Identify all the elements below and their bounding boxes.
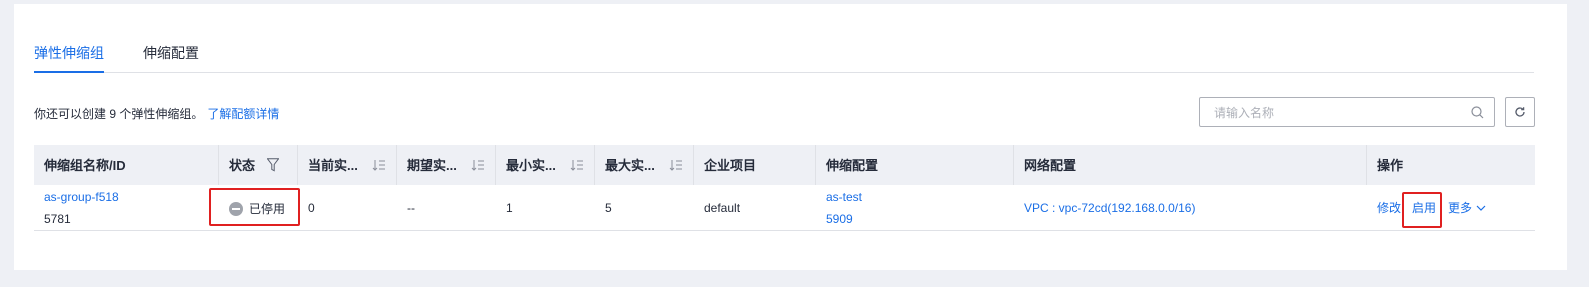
column-header-current[interactable]: 当前实... bbox=[298, 145, 397, 185]
cell-current: 0 bbox=[308, 201, 315, 215]
table-header: 伸缩组名称/ID 状态 当前实... 期望实... 最小实... 最大实... … bbox=[34, 145, 1535, 185]
cell-config: as-test 5909 bbox=[816, 185, 1014, 231]
status-highlight-box bbox=[209, 188, 300, 226]
enable-highlight-box bbox=[1402, 192, 1442, 228]
tab-bar: 弹性伸缩组 伸缩配置 bbox=[34, 45, 1534, 73]
cell-desired: -- bbox=[407, 201, 415, 215]
group-name-link[interactable]: as-group-f518 bbox=[44, 190, 119, 204]
cell-name: as-group-f518 5781 bbox=[34, 185, 219, 231]
more-dropdown[interactable]: 更多 bbox=[1448, 201, 1486, 215]
column-header-actions: 操作 bbox=[1377, 158, 1404, 173]
sort-icon[interactable] bbox=[372, 159, 386, 171]
sort-icon[interactable] bbox=[570, 159, 584, 171]
cell-project: default bbox=[704, 201, 741, 215]
sort-icon[interactable] bbox=[669, 159, 683, 171]
cell-network: VPC : vpc-72cd(192.168.0.0/16) bbox=[1014, 185, 1367, 231]
search-box bbox=[1199, 97, 1495, 127]
cell-max: 5 bbox=[605, 201, 612, 215]
cell-min: 1 bbox=[506, 201, 513, 215]
column-header-min[interactable]: 最小实... bbox=[496, 145, 595, 185]
tab-scaling-configs[interactable]: 伸缩配置 bbox=[143, 45, 199, 61]
column-header-network: 网络配置 bbox=[1014, 145, 1367, 185]
vpc-link[interactable]: VPC : vpc-72cd(192.168.0.0/16) bbox=[1024, 201, 1195, 215]
modify-button[interactable]: 修改 bbox=[1377, 201, 1401, 215]
refresh-button[interactable] bbox=[1505, 97, 1535, 127]
config-id-link[interactable]: 5909 bbox=[826, 212, 853, 226]
tab-scaling-groups[interactable]: 弹性伸缩组 bbox=[34, 45, 104, 73]
quota-text: 你还可以创建 9 个弹性伸缩组。 bbox=[34, 107, 204, 121]
column-header-config: 伸缩配置 bbox=[816, 145, 1014, 185]
group-id: 5781 bbox=[44, 212, 71, 226]
quota-notice: 你还可以创建 9 个弹性伸缩组。 了解配额详情 bbox=[34, 107, 279, 121]
search-icon[interactable] bbox=[1471, 106, 1484, 119]
filter-icon[interactable] bbox=[267, 158, 279, 172]
column-header-name: 伸缩组名称/ID bbox=[34, 145, 219, 185]
cell-actions: 修改 启用 更多 bbox=[1367, 185, 1535, 231]
column-header-desired[interactable]: 期望实... bbox=[397, 145, 496, 185]
column-header-project: 企业项目 bbox=[694, 145, 816, 185]
config-name-link[interactable]: as-test bbox=[826, 190, 862, 204]
quota-details-link[interactable]: 了解配额详情 bbox=[207, 107, 279, 121]
column-header-max[interactable]: 最大实... bbox=[595, 145, 694, 185]
sort-icon[interactable] bbox=[471, 159, 485, 171]
content-card: 弹性伸缩组 伸缩配置 你还可以创建 9 个弹性伸缩组。了解配额详情 伸缩组名称/… bbox=[14, 4, 1567, 270]
column-header-status: 状态 bbox=[219, 145, 298, 185]
chevron-down-icon bbox=[1476, 205, 1486, 211]
search-input[interactable] bbox=[1214, 104, 1454, 121]
refresh-icon bbox=[1515, 107, 1525, 117]
